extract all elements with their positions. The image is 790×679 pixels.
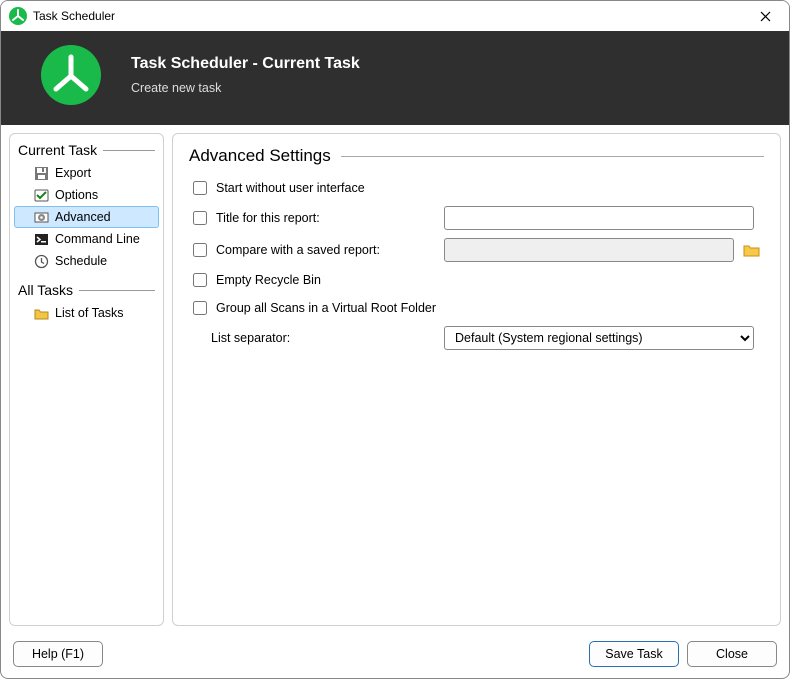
sidebar-group-all-tasks: All Tasks bbox=[14, 280, 159, 300]
close-icon bbox=[760, 11, 771, 22]
save-icon bbox=[33, 165, 49, 181]
sidebar-item-label: Advanced bbox=[55, 210, 111, 224]
window-close-button[interactable] bbox=[745, 2, 785, 30]
opt-empty-bin[interactable]: Empty Recycle Bin bbox=[189, 270, 444, 290]
save-task-button[interactable]: Save Task bbox=[589, 641, 679, 667]
sidebar-group-label: Current Task bbox=[18, 142, 97, 158]
clock-icon bbox=[33, 253, 49, 269]
app-logo-icon bbox=[41, 45, 101, 105]
sidebar-item-list-of-tasks[interactable]: List of Tasks bbox=[14, 302, 159, 324]
sidebar-item-command-line[interactable]: Command Line bbox=[14, 228, 159, 250]
compare-report-path-input[interactable] bbox=[444, 238, 734, 262]
body: Current Task Export Options bbox=[1, 125, 789, 634]
opt-group-root-label: Group all Scans in a Virtual Root Folder bbox=[216, 301, 436, 315]
opt-title[interactable]: Title for this report: bbox=[189, 208, 444, 228]
sidebar-item-export[interactable]: Export bbox=[14, 162, 159, 184]
sidebar-item-label: List of Tasks bbox=[55, 306, 124, 320]
sidebar-group-label: All Tasks bbox=[18, 282, 73, 298]
page-title: Task Scheduler - Current Task bbox=[131, 55, 360, 73]
sidebar-item-label: Schedule bbox=[55, 254, 107, 268]
sidebar-item-label: Options bbox=[55, 188, 98, 202]
opt-compare-label: Compare with a saved report: bbox=[216, 243, 380, 257]
task-scheduler-window: Task Scheduler Task Scheduler - Current … bbox=[0, 0, 790, 679]
opt-compare[interactable]: Compare with a saved report: bbox=[189, 240, 444, 260]
report-title-input[interactable] bbox=[444, 206, 754, 230]
help-button[interactable]: Help (F1) bbox=[13, 641, 103, 667]
sidebar-group-current-task: Current Task bbox=[14, 140, 159, 160]
folder-icon bbox=[33, 305, 49, 321]
opt-no-ui-checkbox[interactable] bbox=[193, 181, 207, 195]
terminal-icon bbox=[33, 231, 49, 247]
close-button[interactable]: Close bbox=[687, 641, 777, 667]
opt-empty-bin-label: Empty Recycle Bin bbox=[216, 273, 321, 287]
sidebar-item-label: Export bbox=[55, 166, 91, 180]
footer: Help (F1) Save Task Close bbox=[1, 634, 789, 678]
sidebar: Current Task Export Options bbox=[9, 133, 164, 626]
browse-compare-report-button[interactable] bbox=[740, 239, 764, 261]
opt-title-checkbox[interactable] bbox=[193, 211, 207, 225]
opt-empty-bin-checkbox[interactable] bbox=[193, 273, 207, 287]
sidebar-item-options[interactable]: Options bbox=[14, 184, 159, 206]
gear-icon bbox=[33, 209, 49, 225]
opt-group-root[interactable]: Group all Scans in a Virtual Root Folder bbox=[189, 298, 436, 318]
opt-title-label: Title for this report: bbox=[216, 211, 320, 225]
list-separator-select[interactable]: Default (System regional settings) bbox=[444, 326, 754, 350]
check-icon bbox=[33, 187, 49, 203]
opt-group-root-checkbox[interactable] bbox=[193, 301, 207, 315]
titlebar: Task Scheduler bbox=[1, 1, 789, 31]
content-advanced-settings: Advanced Settings Start without user int… bbox=[172, 133, 781, 626]
section-header: Advanced Settings bbox=[189, 146, 764, 166]
page-subtitle: Create new task bbox=[131, 81, 360, 95]
list-separator-label: List separator: bbox=[189, 331, 444, 345]
folder-open-icon bbox=[743, 242, 761, 258]
opt-no-ui-label: Start without user interface bbox=[216, 181, 365, 195]
page-header: Task Scheduler - Current Task Create new… bbox=[1, 31, 789, 125]
sidebar-item-advanced[interactable]: Advanced bbox=[14, 206, 159, 228]
app-icon bbox=[9, 7, 27, 25]
sidebar-item-schedule[interactable]: Schedule bbox=[14, 250, 159, 272]
section-title: Advanced Settings bbox=[189, 146, 331, 166]
opt-compare-checkbox[interactable] bbox=[193, 243, 207, 257]
window-title: Task Scheduler bbox=[33, 9, 745, 23]
sidebar-item-label: Command Line bbox=[55, 232, 140, 246]
opt-no-ui[interactable]: Start without user interface bbox=[189, 178, 444, 198]
